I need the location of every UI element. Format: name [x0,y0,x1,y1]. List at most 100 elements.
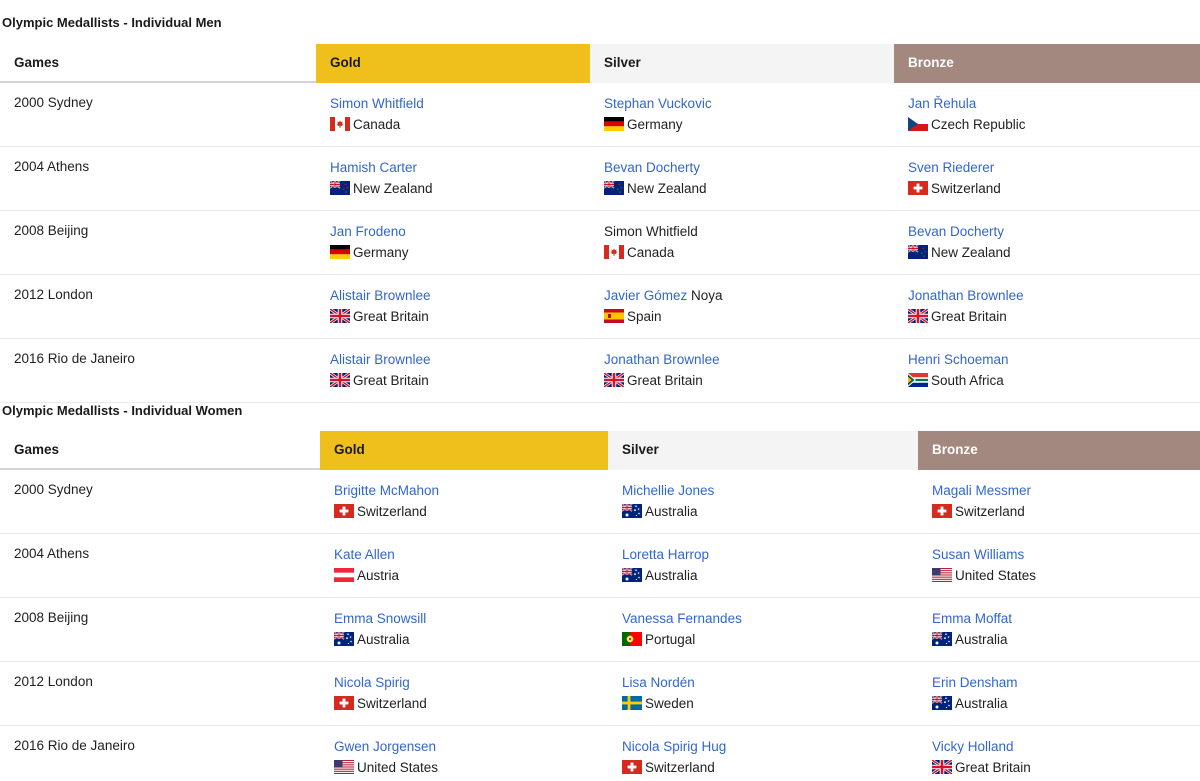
medallists-page: Olympic Medallists - Individual Men Game… [0,0,1200,781]
athlete-link[interactable]: Alistair Brownlee [330,352,431,367]
athlete-link[interactable]: Nicola Spirig [334,675,410,690]
table-row: 2012 London Alistair Brownlee Great Britai… [0,274,1200,339]
athlete-name: Michellie Jones [622,482,918,500]
flag-icon-cz [908,117,928,131]
table-row: 2000 Sydney Brigitte McMahon Switzerland Mi… [0,469,1200,534]
flag-icon-ca [330,117,350,131]
athlete-link[interactable]: Erin Densham [932,675,1018,690]
athlete-link[interactable]: Susan Williams [932,547,1024,562]
athlete-link[interactable]: Loretta Harrop [622,547,709,562]
athlete-name: Jan Frodeno [330,223,590,241]
column-header-silver[interactable]: Silver [590,44,894,83]
column-header-gold[interactable]: Gold [320,431,608,470]
athlete-link[interactable]: Bevan Docherty [604,160,700,175]
country: Great Britain [604,371,894,390]
athlete-link[interactable]: Jonathan Brownlee [908,288,1024,303]
medal-table-men: Games Gold Silver Bronze 2000 Sydney Simo… [0,44,1200,403]
athlete-link[interactable]: Stephan Vuckovic [604,96,712,111]
flag-icon-de [604,117,624,131]
country-name: Australia [645,504,698,519]
flag-icon-pt [622,632,642,646]
medal-cell-bronze: Jan Řehula Czech Republic [894,82,1200,147]
medal-cell-silver: Loretta Harrop Australia [608,533,918,598]
medal-cell-gold: Emma Snowsill Australia [320,597,608,662]
medal-cell-bronze: Vicky Holland Great Britain [918,725,1200,781]
country: New Zealand [604,179,894,198]
athlete-name: Jonathan Brownlee [604,351,894,369]
column-header-games[interactable]: Games [0,431,320,470]
country: Germany [604,115,894,134]
flag-icon-gb [932,760,952,774]
athlete-link[interactable]: Emma Moffat [932,611,1012,626]
athlete-link[interactable]: Vicky Holland [932,739,1014,754]
athlete-link[interactable]: Hamish Carter [330,160,417,175]
athlete-link[interactable]: Sven Riederer [908,160,994,175]
flag-icon-us [334,760,354,774]
athlete-link[interactable]: Javier Gómez [604,288,687,303]
medal-cell-gold: Kate Allen Austria [320,533,608,598]
table-body-women: 2000 Sydney Brigitte McMahon Switzerland Mi… [0,469,1200,781]
column-header-bronze[interactable]: Bronze [894,44,1200,83]
flag-icon-au [334,632,354,646]
column-header-silver[interactable]: Silver [608,431,918,470]
country-name: Australia [955,696,1008,711]
athlete-name: Bevan Docherty [604,159,894,177]
country-name: Germany [627,117,683,132]
column-header-games[interactable]: Games [0,44,316,83]
athlete-name: Vanessa Fernandes [622,610,918,628]
athlete-name: Henri Schoeman [908,351,1200,369]
athlete-link[interactable]: Bevan Docherty [908,224,1004,239]
athlete-link[interactable]: Jonathan Brownlee [604,352,720,367]
country: Great Britain [330,371,590,390]
medal-cell-silver: Simon Whitfield Canada [590,210,894,275]
athlete-link[interactable]: Gwen Jorgensen [334,739,436,754]
country: Great Britain [908,307,1200,326]
medal-cell-silver: Bevan Docherty New Zealand [590,146,894,211]
country: Great Britain [932,758,1200,777]
athlete-link[interactable]: Lisa Nordén [622,675,695,690]
athlete-name: Javier Gómez Noya [604,287,894,305]
country-name: New Zealand [627,181,707,196]
athlete-link[interactable]: Magali Messmer [932,483,1031,498]
athlete-link[interactable]: Jan Frodeno [330,224,406,239]
column-header-gold[interactable]: Gold [316,44,590,83]
athlete-link[interactable]: Henri Schoeman [908,352,1009,367]
country-name: Great Britain [955,760,1031,775]
athlete-name: Nicola Spirig Hug [622,738,918,756]
country-name: Great Britain [627,373,703,388]
athlete-name: Alistair Brownlee [330,351,590,369]
games-cell: 2016 Rio de Janeiro [0,338,316,403]
athlete-name: Kate Allen [334,546,608,564]
country-name: Canada [627,245,675,260]
medal-cell-gold: Jan Frodeno Germany [316,210,590,275]
athlete-link[interactable]: Kate Allen [334,547,395,562]
athlete-link[interactable]: Simon Whitfield [330,96,424,111]
country: Great Britain [330,307,590,326]
athlete-link[interactable]: Jan Řehula [908,96,976,111]
flag-icon-gb [330,373,350,387]
athlete-name: Jonathan Brownlee [908,287,1200,305]
athlete-link[interactable]: Alistair Brownlee [330,288,431,303]
country: Australia [622,502,918,521]
athlete-name: Jan Řehula [908,95,1200,113]
athlete-name: Emma Moffat [932,610,1200,628]
athlete-link[interactable]: Brigitte McMahon [334,483,439,498]
column-header-bronze[interactable]: Bronze [918,431,1200,470]
country-name: Czech Republic [931,117,1026,132]
country: Switzerland [932,502,1200,521]
athlete-link[interactable]: Vanessa Fernandes [622,611,742,626]
athlete-name: Lisa Nordén [622,674,918,692]
country-name: Great Britain [353,309,429,324]
medal-cell-bronze: Henri Schoeman South Africa [894,338,1200,403]
athlete-name: Vicky Holland [932,738,1200,756]
medal-cell-silver: Jonathan Brownlee Great Britain [590,338,894,403]
athlete-link[interactable]: Michellie Jones [622,483,714,498]
athlete-link[interactable]: Emma Snowsill [334,611,426,626]
country-name: Australia [955,632,1008,647]
flag-icon-za [908,373,928,387]
flag-icon-ch [908,181,928,195]
country-name: Australia [645,568,698,583]
athlete-link[interactable]: Nicola Spirig Hug [622,739,726,754]
header-row: Games Gold Silver Bronze [0,44,1200,83]
country-name: Spain [627,309,662,324]
